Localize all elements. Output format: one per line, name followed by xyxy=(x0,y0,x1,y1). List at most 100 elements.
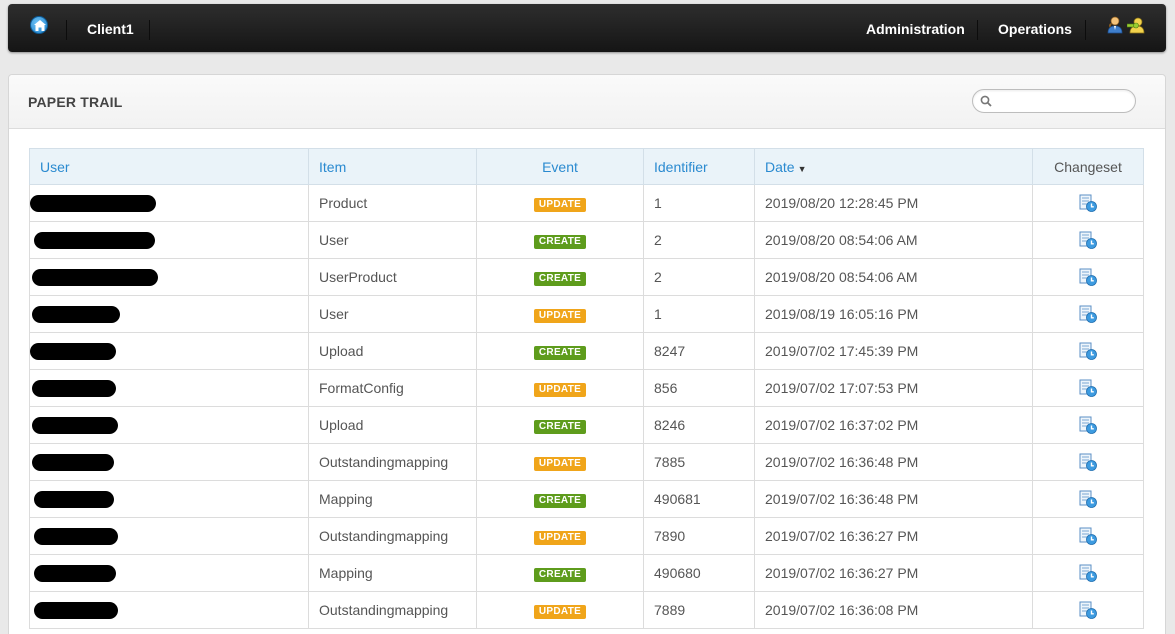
column-header-event[interactable]: Event xyxy=(476,148,644,185)
event-cell: UPDATE xyxy=(476,591,644,629)
event-cell: UPDATE xyxy=(476,517,644,555)
key-icon[interactable] xyxy=(1127,16,1147,34)
date-cell: 2019/08/20 12:28:45 PM xyxy=(754,184,1033,222)
changeset-cell xyxy=(1032,369,1144,407)
paper-trail-panel: PAPER TRAIL User Item Event Identifier D xyxy=(8,74,1166,634)
page-title: PAPER TRAIL xyxy=(28,94,123,110)
identifier-cell: 490681 xyxy=(643,480,755,518)
changeset-icon[interactable] xyxy=(1079,490,1097,509)
table-row: Mapping CREATE 490680 2019/07/02 16:36:27 P… xyxy=(29,554,1144,592)
item-cell: Product xyxy=(308,184,477,222)
column-header-date-label: Date xyxy=(765,158,795,175)
changeset-icon[interactable] xyxy=(1079,527,1097,546)
user-cell xyxy=(29,554,309,592)
event-cell: CREATE xyxy=(476,406,644,444)
item-cell: Outstandingmapping xyxy=(308,591,477,629)
redacted-user xyxy=(34,601,118,619)
user-cell xyxy=(29,443,309,481)
table-row: User CREATE 2 2019/08/20 08:54:06 AM xyxy=(29,221,1144,259)
event-badge: CREATE xyxy=(533,568,587,582)
changeset-icon[interactable] xyxy=(1079,416,1097,435)
item-cell: UserProduct xyxy=(308,258,477,296)
column-header-date[interactable]: Date ▼ xyxy=(754,148,1033,185)
table-row: FormatConfig UPDATE 856 2019/07/02 17:07:53… xyxy=(29,369,1144,407)
identifier-cell: 2 xyxy=(643,221,755,259)
event-cell: UPDATE xyxy=(476,369,644,407)
event-badge: UPDATE xyxy=(533,383,587,397)
paper-trail-table: User Item Event Identifier Date ▼ Changes… xyxy=(29,148,1144,629)
event-cell: CREATE xyxy=(476,332,644,370)
user-cell xyxy=(29,184,309,222)
changeset-cell xyxy=(1032,258,1144,296)
nav-administration[interactable]: Administration xyxy=(866,20,965,38)
event-cell: UPDATE xyxy=(476,295,644,333)
table-row: User UPDATE 1 2019/08/19 16:05:16 PM xyxy=(29,295,1144,333)
changeset-icon[interactable] xyxy=(1079,268,1097,287)
client-menu[interactable]: Client1 xyxy=(87,20,134,38)
item-cell: Mapping xyxy=(308,554,477,592)
changeset-icon[interactable] xyxy=(1079,231,1097,250)
search-icon xyxy=(980,95,992,107)
event-badge: CREATE xyxy=(533,494,587,508)
nav-operations[interactable]: Operations xyxy=(998,20,1072,38)
separator xyxy=(149,20,150,40)
date-cell: 2019/08/20 08:54:06 AM xyxy=(754,221,1033,259)
home-icon[interactable] xyxy=(30,16,48,34)
user-cell xyxy=(29,332,309,370)
event-cell: CREATE xyxy=(476,258,644,296)
separator xyxy=(66,20,67,40)
changeset-cell xyxy=(1032,332,1144,370)
top-navbar: Client1 Administration Operations xyxy=(8,4,1166,52)
changeset-cell xyxy=(1032,295,1144,333)
sort-desc-icon: ▼ xyxy=(797,163,807,174)
changeset-icon[interactable] xyxy=(1079,379,1097,398)
redacted-user xyxy=(32,416,118,434)
changeset-icon[interactable] xyxy=(1079,564,1097,583)
search-input[interactable] xyxy=(997,93,1129,109)
redacted-user xyxy=(32,379,116,397)
table-row: UserProduct CREATE 2 2019/08/20 08:54:06 AM xyxy=(29,258,1144,296)
changeset-cell xyxy=(1032,443,1144,481)
changeset-icon[interactable] xyxy=(1079,305,1097,324)
event-badge: CREATE xyxy=(533,346,587,360)
search-box[interactable] xyxy=(972,89,1136,113)
column-header-changeset: Changeset xyxy=(1032,148,1144,185)
changeset-icon[interactable] xyxy=(1079,453,1097,472)
changeset-icon[interactable] xyxy=(1079,342,1097,361)
event-badge: CREATE xyxy=(533,420,587,434)
changeset-icon[interactable] xyxy=(1079,194,1097,213)
event-badge: CREATE xyxy=(533,235,587,249)
item-cell: Outstandingmapping xyxy=(308,443,477,481)
date-cell: 2019/07/02 16:36:48 PM xyxy=(754,480,1033,518)
item-cell: User xyxy=(308,221,477,259)
changeset-cell xyxy=(1032,184,1144,222)
event-cell: CREATE xyxy=(476,554,644,592)
identifier-cell: 7885 xyxy=(643,443,755,481)
column-header-identifier[interactable]: Identifier xyxy=(643,148,755,185)
identifier-cell: 7890 xyxy=(643,517,755,555)
item-cell: FormatConfig xyxy=(308,369,477,407)
redacted-user xyxy=(30,194,156,212)
redacted-user xyxy=(34,564,116,582)
redacted-user xyxy=(32,268,158,286)
column-header-item[interactable]: Item xyxy=(308,148,477,185)
identifier-cell: 8247 xyxy=(643,332,755,370)
item-cell: Mapping xyxy=(308,480,477,518)
user-cell xyxy=(29,591,309,629)
redacted-user xyxy=(32,453,114,471)
column-header-user[interactable]: User xyxy=(29,148,309,185)
item-cell: Upload xyxy=(308,332,477,370)
redacted-user xyxy=(34,490,114,508)
event-badge: CREATE xyxy=(533,272,587,286)
changeset-cell xyxy=(1032,554,1144,592)
user-icon[interactable] xyxy=(1106,16,1124,34)
table-row: Product UPDATE 1 2019/08/20 12:28:45 PM xyxy=(29,184,1144,222)
date-cell: 2019/07/02 16:37:02 PM xyxy=(754,406,1033,444)
changeset-cell xyxy=(1032,517,1144,555)
changeset-icon[interactable] xyxy=(1079,601,1097,620)
changeset-cell xyxy=(1032,480,1144,518)
event-badge: UPDATE xyxy=(533,605,587,619)
item-cell: Outstandingmapping xyxy=(308,517,477,555)
redacted-user xyxy=(34,231,155,249)
date-cell: 2019/07/02 17:07:53 PM xyxy=(754,369,1033,407)
